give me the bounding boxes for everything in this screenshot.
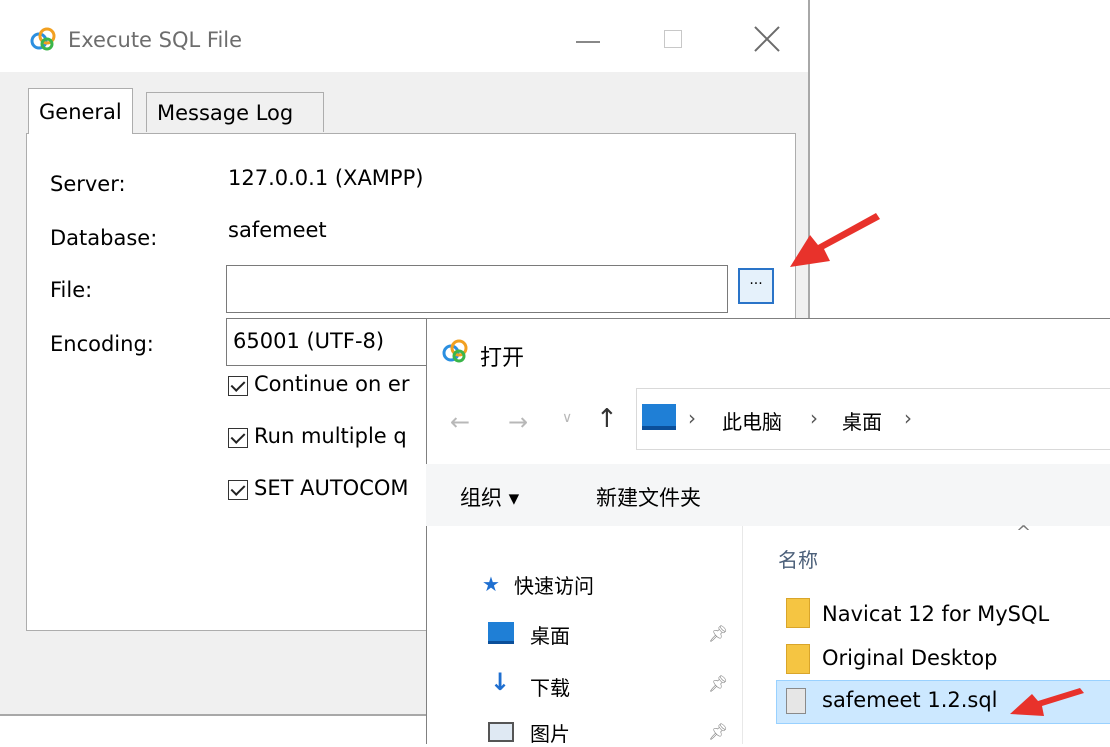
recent-locations-chevron-icon[interactable]: ∨	[562, 410, 572, 426]
download-icon: ↓	[490, 668, 511, 696]
encoding-label: Encoding:	[50, 332, 154, 356]
pictures-icon	[488, 722, 514, 742]
breadcrumb-separator-icon: ›	[688, 406, 696, 430]
file-name: safemeet 1.2.sql	[822, 688, 998, 712]
encoding-select[interactable]: 65001 (UTF-8)	[226, 318, 436, 366]
forward-arrow-icon[interactable]: →	[508, 408, 528, 436]
up-arrow-icon[interactable]: ↑	[596, 404, 618, 434]
sql-file-icon	[786, 688, 806, 714]
minimize-button[interactable]	[574, 26, 604, 54]
open-dialog-toolbar	[426, 464, 1110, 526]
file-path-input[interactable]	[226, 265, 728, 313]
back-arrow-icon[interactable]: ←	[450, 408, 470, 436]
nav-item-quick-access[interactable]: 快速访问	[514, 570, 594, 599]
browse-file-button[interactable]: ...	[738, 268, 774, 304]
file-name: Original Desktop	[822, 646, 998, 670]
continue-on-error-label: Continue on er	[254, 372, 410, 396]
run-multiple-queries-label: Run multiple q	[254, 424, 407, 448]
pin-icon[interactable]: 📌︎	[708, 624, 728, 643]
star-icon: ★	[482, 572, 500, 596]
new-folder-button[interactable]: 新建文件夹	[596, 482, 701, 512]
breadcrumb-this-pc[interactable]: 此电脑	[722, 406, 782, 435]
tab-message-log[interactable]: Message Log	[146, 92, 324, 132]
sort-caret-icon: ^	[1016, 522, 1032, 543]
set-autocommit-checkbox[interactable]	[228, 480, 248, 500]
run-multiple-queries-checkbox[interactable]	[228, 428, 248, 448]
database-value: safemeet	[228, 218, 327, 242]
red-arrow-annotation	[790, 213, 880, 267]
navicat-logo-icon	[442, 339, 468, 363]
pin-icon[interactable]: 📌︎	[708, 722, 728, 741]
server-value: 127.0.0.1 (XAMPP)	[228, 166, 424, 190]
open-dialog-title: 打开	[480, 346, 525, 371]
folder-icon	[786, 644, 810, 674]
column-header-name[interactable]: 名称	[778, 544, 818, 573]
pin-icon[interactable]: 📌︎	[708, 674, 728, 693]
file-name: Navicat 12 for MySQL	[822, 602, 1050, 626]
set-autocommit-label: SET AUTOCOM	[254, 476, 409, 500]
file-label: File:	[50, 278, 93, 302]
maximize-button[interactable]	[664, 30, 682, 48]
continue-on-error-checkbox[interactable]	[228, 376, 248, 396]
navicat-logo-icon	[30, 27, 56, 51]
folder-icon	[786, 598, 810, 628]
window-border-bottom	[0, 714, 426, 716]
pane-divider	[742, 526, 743, 744]
breadcrumb-separator-icon: ›	[810, 406, 818, 430]
minimize-icon	[576, 41, 600, 43]
database-label: Database:	[50, 226, 158, 250]
window-title: Execute SQL File	[68, 28, 243, 52]
close-button[interactable]	[752, 24, 782, 54]
nav-item-downloads[interactable]: 下载	[530, 672, 570, 701]
server-label: Server:	[50, 172, 126, 196]
breadcrumb-separator-icon[interactable]: ›	[904, 406, 912, 430]
this-pc-icon	[642, 404, 676, 430]
nav-item-pictures[interactable]: 图片	[530, 718, 570, 747]
breadcrumb-desktop[interactable]: 桌面	[842, 406, 882, 435]
desktop-icon	[488, 622, 514, 644]
organize-menu-button[interactable]: 组织 ▾	[460, 482, 519, 512]
tab-general[interactable]: General	[28, 88, 133, 134]
red-arrow-annotation	[1010, 688, 1084, 716]
nav-item-desktop[interactable]: 桌面	[530, 620, 570, 649]
